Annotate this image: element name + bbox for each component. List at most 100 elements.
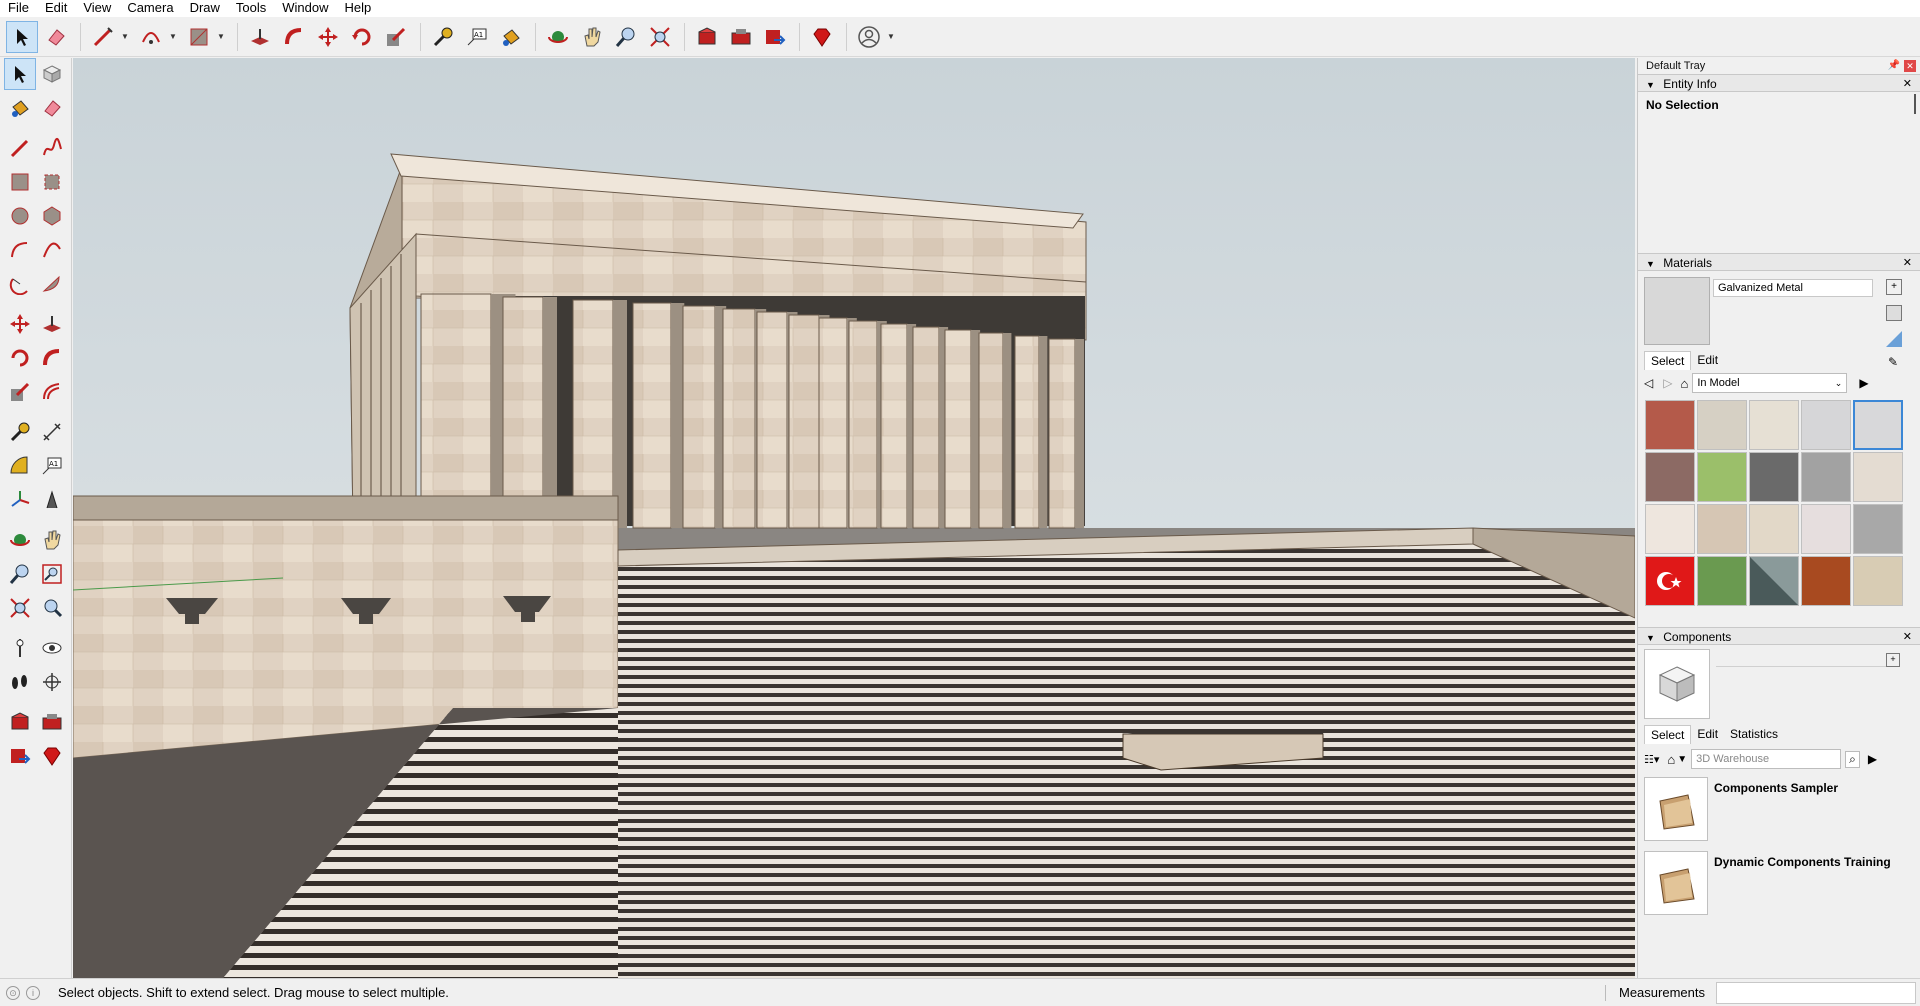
rectangle-icon[interactable] [183,21,215,53]
collection-dropdown[interactable]: In Model ⌄ [1692,373,1848,393]
polygon-icon[interactable] [36,200,68,232]
zoom-window-icon[interactable] [36,558,68,590]
material-swatch[interactable] [1749,452,1799,502]
components-header[interactable]: ▼ Components ✕ [1638,627,1920,645]
eraser-icon[interactable] [36,92,68,124]
material-swatch[interactable] [1853,556,1903,606]
material-swatch[interactable] [1645,400,1695,450]
material-swatch[interactable] [1645,504,1695,554]
materials-close-icon[interactable]: ✕ [1903,254,1912,272]
paint-bucket-icon[interactable] [4,92,36,124]
arc-icon[interactable] [4,234,36,266]
material-swatch[interactable] [1853,452,1903,502]
rotate-icon[interactable] [4,342,36,374]
pin-icon[interactable]: 📌 [1888,58,1900,74]
eyedropper-icon[interactable]: ✎ [1888,355,1898,369]
text-icon[interactable]: A1 [461,21,493,53]
scale-icon[interactable] [380,21,412,53]
material-swatch[interactable] [1801,400,1851,450]
eraser-icon[interactable] [40,21,72,53]
zoom-extents-icon[interactable] [4,592,36,624]
pan-icon[interactable] [576,21,608,53]
current-material-swatch[interactable] [1644,277,1710,345]
line-icon[interactable] [87,21,119,53]
components-tab-edit[interactable]: Edit [1691,725,1724,744]
menu-edit[interactable]: Edit [37,0,75,17]
circle-icon[interactable] [4,200,36,232]
view-options-icon[interactable]: ☷▾ [1644,753,1659,766]
protractor-icon[interactable] [4,450,36,482]
paint-bucket-icon[interactable] [495,21,527,53]
materials-tab-select[interactable]: Select [1644,351,1692,370]
move-icon[interactable] [312,21,344,53]
account-dropdown-icon[interactable]: ▼ [887,32,897,41]
material-swatch[interactable] [1645,556,1695,606]
material-swatch[interactable] [1853,504,1903,554]
material-name-field[interactable]: Galvanized Metal [1713,279,1873,297]
scale-icon[interactable] [4,376,36,408]
list-item[interactable]: Dynamic Components Training [1644,851,1916,921]
axes-icon[interactable] [4,484,36,516]
zoom-extents-icon[interactable] [644,21,676,53]
orbit-icon[interactable] [4,524,36,556]
push-pull-icon[interactable] [244,21,276,53]
menu-camera[interactable]: Camera [119,0,181,17]
extension-warehouse-icon[interactable] [36,706,68,738]
components-close-icon[interactable]: ✕ [1903,628,1912,646]
home-icon[interactable]: ⌂ [1680,376,1688,391]
component-details-icon[interactable]: + [1886,653,1900,667]
entity-info-close-icon[interactable]: ✕ [1903,75,1912,93]
shapes-dropdown-icon[interactable]: ▼ [217,32,227,41]
follow-me-icon[interactable] [278,21,310,53]
back-icon[interactable]: ◁ [1644,376,1653,390]
tape-measure-icon[interactable] [427,21,459,53]
info-icon[interactable]: i [26,985,40,1000]
menu-help[interactable]: Help [337,0,380,17]
menu-draw[interactable]: Draw [182,0,228,17]
follow-me-icon[interactable] [36,342,68,374]
rotate-icon[interactable] [346,21,378,53]
entity-info-header[interactable]: ▼ Entity Info ✕ [1638,74,1920,92]
arc-dropdown-icon[interactable]: ▼ [169,32,179,41]
components-tab-select[interactable]: Select [1644,725,1692,744]
measurements-input[interactable] [1716,982,1916,1004]
default-material-icon[interactable] [1886,305,1902,321]
warehouse-icon[interactable] [691,21,723,53]
material-swatch[interactable] [1697,400,1747,450]
collapse-triangle-icon[interactable]: ▼ [1646,80,1655,90]
account-icon[interactable] [853,21,885,53]
details-arrow-icon[interactable]: ▶ [1868,752,1877,766]
offset-icon[interactable] [36,376,68,408]
orbit-icon[interactable] [542,21,574,53]
previous-view-icon[interactable] [36,592,68,624]
text-icon[interactable]: A1 [36,450,68,482]
components-tab-statistics[interactable]: Statistics [1724,725,1784,744]
warehouse-icon[interactable] [4,706,36,738]
material-swatch[interactable] [1697,452,1747,502]
rotated-rectangle-icon[interactable] [36,166,68,198]
material-swatch[interactable] [1697,556,1747,606]
material-swatch[interactable] [1749,400,1799,450]
select-icon[interactable] [4,58,36,90]
push-pull-icon[interactable] [36,308,68,340]
menu-tools[interactable]: Tools [228,0,274,17]
look-around-icon[interactable] [36,632,68,664]
freehand-icon[interactable] [36,132,68,164]
collapse-triangle-icon[interactable]: ▼ [1646,633,1655,643]
materials-header[interactable]: ▼ Materials ✕ [1638,253,1920,271]
model-viewport[interactable] [73,58,1635,978]
warehouse-search-input[interactable]: 3D Warehouse [1691,749,1842,769]
details-arrow-icon[interactable]: ▶ [1859,376,1868,390]
move-icon[interactable] [4,308,36,340]
ruby-icon[interactable] [806,21,838,53]
search-icon[interactable]: ⌕ [1845,750,1860,768]
home-icon[interactable]: ⌂ [1667,752,1675,767]
create-material-icon[interactable]: + [1886,279,1902,295]
position-camera-icon[interactable] [4,632,36,664]
list-item[interactable]: Components Sampler [1644,777,1916,847]
material-swatch[interactable] [1645,452,1695,502]
line-icon[interactable] [4,132,36,164]
select-icon[interactable] [6,20,38,53]
share-model-icon[interactable] [4,740,36,772]
entity-info-scrollbar[interactable] [1914,94,1916,114]
